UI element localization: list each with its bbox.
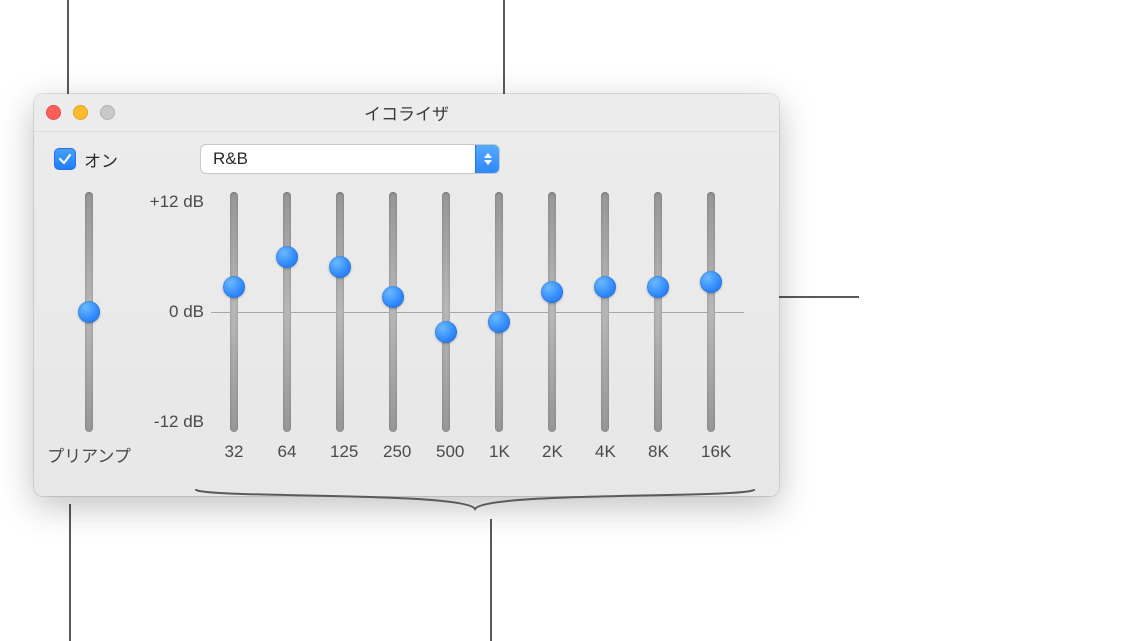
on-checkbox[interactable] <box>54 148 76 170</box>
bands-labels: 32 64 125 250 500 1K 2K 4K 8K 16K <box>224 432 759 462</box>
window-title: イコライザ <box>34 100 779 125</box>
band-slider-thumb[interactable] <box>541 281 563 303</box>
equalizer-window: イコライザ オン R&B プリアンプ +12 dB <box>34 94 779 496</box>
band-label: 8K <box>648 442 668 462</box>
band-label: 125 <box>330 442 350 462</box>
band-slider[interactable] <box>283 192 291 432</box>
band-slider-thumb[interactable] <box>329 256 351 278</box>
preamp-slider[interactable] <box>85 192 93 432</box>
band-slider-thumb[interactable] <box>647 276 669 298</box>
preset-select[interactable]: R&B <box>200 144 500 174</box>
band-slider[interactable] <box>707 192 715 432</box>
bands-row <box>224 192 759 432</box>
callout-line <box>769 296 859 298</box>
band-slider-thumb[interactable] <box>435 321 457 343</box>
preamp-column: プリアンプ <box>69 192 109 467</box>
traffic-lights <box>46 105 115 120</box>
titlebar: イコライザ <box>34 94 779 132</box>
band-slider[interactable] <box>654 192 662 432</box>
minimize-button[interactable] <box>73 105 88 120</box>
callout-line <box>69 504 71 641</box>
controls-row: オン R&B <box>34 132 779 174</box>
chevron-up-icon <box>484 153 492 158</box>
band-label: 32 <box>224 442 244 462</box>
band-label: 250 <box>383 442 403 462</box>
eq-area: プリアンプ +12 dB 0 dB -12 dB <box>54 192 759 492</box>
db-label-top: +12 dB <box>150 192 204 212</box>
chevron-down-icon <box>484 160 492 165</box>
close-button[interactable] <box>46 105 61 120</box>
band-label: 2K <box>542 442 562 462</box>
band-slider-thumb[interactable] <box>276 246 298 268</box>
check-icon <box>58 152 72 166</box>
band-slider-thumb[interactable] <box>594 276 616 298</box>
band-slider-thumb[interactable] <box>488 311 510 333</box>
band-slider-thumb[interactable] <box>223 276 245 298</box>
band-label: 500 <box>436 442 456 462</box>
preamp-label: プリアンプ <box>47 442 131 467</box>
band-slider[interactable] <box>442 192 450 432</box>
band-slider[interactable] <box>230 192 238 432</box>
band-label: 16K <box>701 442 721 462</box>
band-slider[interactable] <box>389 192 397 432</box>
eq-bands: 32 64 125 250 500 1K 2K 4K 8K 16K <box>224 192 759 472</box>
db-scale-labels: +12 dB 0 dB -12 dB <box>114 192 204 432</box>
band-slider-thumb[interactable] <box>700 271 722 293</box>
callout-line <box>490 519 492 641</box>
band-label: 1K <box>489 442 509 462</box>
maximize-button[interactable] <box>100 105 115 120</box>
preamp-slider-thumb[interactable] <box>78 301 100 323</box>
band-slider-thumb[interactable] <box>382 286 404 308</box>
preset-dropdown-button[interactable] <box>475 145 499 173</box>
on-checkbox-label: オン <box>84 147 118 172</box>
bands-brace-icon <box>195 489 755 511</box>
on-checkbox-wrap: オン <box>54 147 118 172</box>
db-label-mid: 0 dB <box>169 302 204 322</box>
band-slider[interactable] <box>336 192 344 432</box>
band-slider[interactable] <box>495 192 503 432</box>
band-label: 4K <box>595 442 615 462</box>
db-label-bot: -12 dB <box>154 412 204 432</box>
band-slider[interactable] <box>548 192 556 432</box>
preset-selected-label: R&B <box>213 149 248 169</box>
band-slider[interactable] <box>601 192 609 432</box>
band-label: 64 <box>277 442 297 462</box>
